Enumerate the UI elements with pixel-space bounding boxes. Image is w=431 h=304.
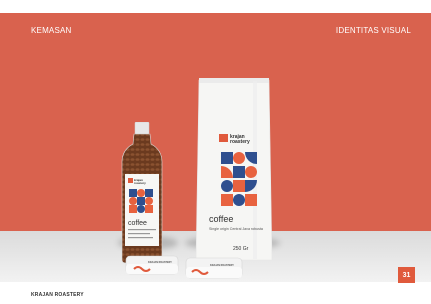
coffee-bag: krajan roastery coffee Single origin Cen… bbox=[195, 78, 273, 261]
page-number-badge: 31 bbox=[398, 267, 415, 283]
bag-weight: 250 Gr bbox=[233, 246, 249, 252]
jar-left-brand: KRAJAN ROASTERY bbox=[148, 261, 172, 264]
bottle-logo-icon bbox=[128, 178, 133, 183]
bottle-title: coffee bbox=[128, 220, 147, 227]
bag-title: coffee bbox=[209, 214, 233, 224]
coffee-jar-left: KRAJAN ROASTERY bbox=[125, 255, 179, 275]
coffee-jar-right: KRAJAN ROASTERY bbox=[185, 257, 243, 279]
coffee-bottle: krajan roastery coffee bbox=[121, 122, 163, 264]
bottle-pattern-icon bbox=[129, 189, 153, 213]
category-label: IDENTITAS VISUAL bbox=[335, 26, 411, 35]
bottle-brand-line2: roastery bbox=[134, 181, 146, 185]
slide: KEMASAN IDENTITAS VISUAL krajan roastery bbox=[0, 0, 431, 304]
section-label: KEMASAN bbox=[31, 26, 72, 35]
footer-label: KRAJAN ROASTERY bbox=[31, 292, 84, 298]
bag-description: Single origin Central Java robusta bbox=[209, 227, 263, 231]
jar-right-brand: KRAJAN ROASTERY bbox=[210, 264, 234, 267]
bag-brand-line2: roastery bbox=[230, 139, 250, 145]
